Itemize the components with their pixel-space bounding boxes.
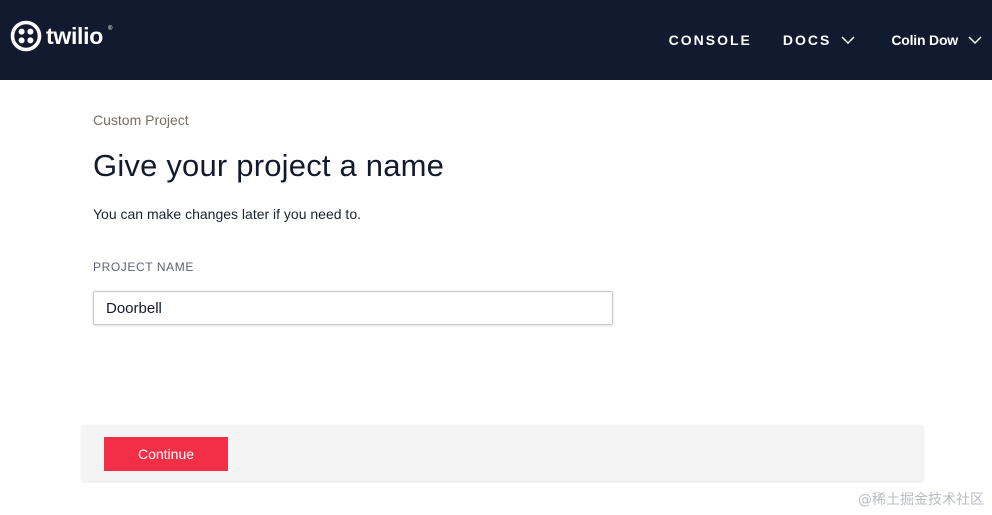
main-content: Custom Project Give your project a name … [93,110,613,325]
brand-name: twilio [46,22,103,49]
watermark: @稀土掘金技术社区 [858,492,984,508]
continue-button[interactable]: Continue [104,437,228,471]
chevron-down-icon [968,35,982,44]
user-name-label: Colin Dow [891,32,958,48]
project-name-label: PROJECT NAME [93,260,194,274]
twilio-logo[interactable]: twilio ® [10,20,112,52]
page-subtitle: You can make changes later if you need t… [93,206,361,222]
user-menu-dropdown[interactable]: Colin Dow [891,32,982,48]
chevron-down-icon [841,35,855,44]
nav-docs-label: DOCS [782,32,832,48]
nav-docs-dropdown[interactable]: DOCS [783,32,855,48]
main-nav: CONSOLE DOCS Colin Dow [669,0,992,80]
twilio-logo-icon [10,20,42,52]
top-nav-bar: twilio ® CONSOLE DOCS Colin Dow [0,0,992,80]
nav-console-label: CONSOLE [668,32,752,48]
breadcrumb: Custom Project [93,112,189,128]
trademark-symbol: ® [107,26,113,32]
action-footer: Continue [82,425,923,481]
project-name-input[interactable] [93,291,613,325]
page-title: Give your project a name [93,148,445,183]
nav-console-link[interactable]: CONSOLE [669,32,752,48]
